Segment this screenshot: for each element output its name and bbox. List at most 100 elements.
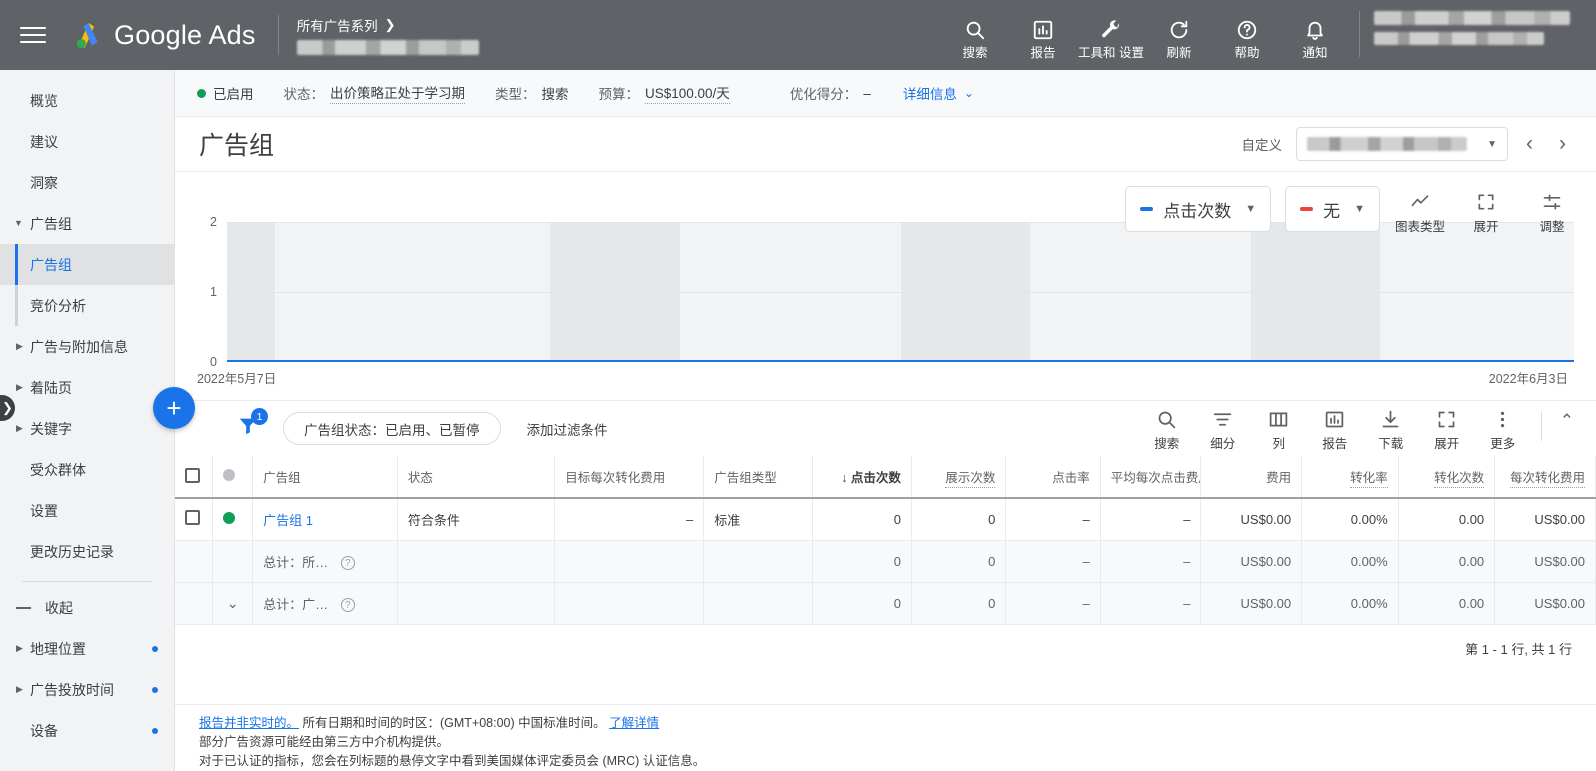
sidebar-collapse-toggle[interactable]: 收起 xyxy=(0,588,174,628)
header-conv-rate[interactable]: 转化率 xyxy=(1302,456,1399,498)
add-icon[interactable]: + xyxy=(153,387,195,429)
campaign-status-bar: 已启用 状态： 出价策略正处于学习期 类型： 搜索 预算： US$100.00/… xyxy=(175,70,1596,117)
filter-chip-label: 广告组状态：已启用、已暂停 xyxy=(304,419,480,439)
help-icon[interactable]: ? xyxy=(341,556,355,570)
footer-realtime-link[interactable]: 报告并非实时的。 xyxy=(199,716,299,730)
toolbar-search-button[interactable]: 搜索 xyxy=(1141,405,1193,452)
footer-learn-more-link[interactable]: 了解详情 xyxy=(609,716,659,730)
header-select-all[interactable] xyxy=(175,456,213,498)
y-tick-0: 0 xyxy=(210,355,217,369)
status-details-link[interactable]: 详细信息 xyxy=(903,83,957,103)
hamburger-menu-icon[interactable] xyxy=(20,22,46,48)
reports-icon xyxy=(1324,409,1345,430)
row-checkbox-cell[interactable] xyxy=(175,498,213,540)
sidebar-divider xyxy=(22,581,152,582)
header-status[interactable]: 状态 xyxy=(397,456,554,498)
chevron-up-icon[interactable]: ⌃ xyxy=(1554,405,1580,431)
total-label: 总计：所… xyxy=(263,555,328,570)
top-nav-notifications[interactable]: 通知 xyxy=(1281,11,1349,60)
sidebar-label-keywords: 关键字 xyxy=(30,419,72,439)
chevron-down-icon[interactable]: ⌄ xyxy=(964,86,974,100)
grand-total-label-cell: 总计：广… ? xyxy=(253,582,398,624)
sidebar-item-recommendations[interactable]: 建议 xyxy=(0,121,174,162)
status-key-status: 状态： xyxy=(284,83,325,103)
header-ctr[interactable]: 点击率 xyxy=(1006,456,1100,498)
grand-total-expand-cell[interactable]: ⌄ xyxy=(213,582,253,624)
sidebar-item-settings[interactable]: 设置 xyxy=(0,490,174,531)
metric-selector-primary[interactable]: 点击次数 ▼ xyxy=(1125,186,1271,232)
toolbar-expand-button[interactable]: 展开 xyxy=(1421,405,1473,452)
sidebar-item-audiences[interactable]: 受众群体 xyxy=(0,449,174,490)
row-checkbox[interactable] xyxy=(185,510,200,525)
sidebar-group-locations[interactable]: ▶ 地理位置 xyxy=(0,628,174,669)
grand-total-checkbox-cell xyxy=(175,582,213,624)
chart-type-button[interactable]: 图表类型 xyxy=(1394,186,1446,235)
row-ad-group-name[interactable]: 广告组 1 xyxy=(253,498,398,540)
chart-adjust-button[interactable]: 调整 xyxy=(1526,186,1578,235)
sidebar-group-ad-groups[interactable]: ▼ 广告组 xyxy=(0,203,174,244)
top-nav-reports[interactable]: 报告 xyxy=(1009,11,1077,60)
metric-selector-secondary[interactable]: 无 ▼ xyxy=(1285,186,1380,232)
sidebar-item-ad-groups[interactable]: 广告组 xyxy=(0,244,174,285)
top-nav-help[interactable]: 帮助 xyxy=(1213,11,1281,60)
header-clicks[interactable]: ↓ 点击次数 xyxy=(813,456,912,498)
header-cost-per-conv[interactable]: 每次转化费用 xyxy=(1495,456,1596,498)
chart-y-axis: 2 1 0 xyxy=(197,222,223,362)
toolbar-segment-button[interactable]: 细分 xyxy=(1197,405,1249,452)
toolbar-segment-label: 细分 xyxy=(1210,433,1235,452)
search-icon xyxy=(1156,409,1177,430)
toolbar-more-label: 更多 xyxy=(1490,433,1515,452)
header-conversions[interactable]: 转化次数 xyxy=(1398,456,1495,498)
sidebar-group-ad-schedule[interactable]: ▶ 广告投放时间 xyxy=(0,669,174,710)
sidebar-item-overview[interactable]: 概览 xyxy=(0,80,174,121)
ad-group-link[interactable]: 广告组 1 xyxy=(263,513,313,528)
chevron-down-icon: ▼ xyxy=(1487,139,1497,150)
sidebar-group-ads-extensions[interactable]: ▶ 广告与附加信息 xyxy=(0,326,174,367)
table-total-row: 总计：所… ? 0 0 – – US$0.00 0.00% 0.00 US$ xyxy=(175,540,1596,582)
page-body: 概览 建议 洞察 ▼ 广告组 广告组 竞价分析 ▶ 广告与附加信息 ▶ 着陆页 … xyxy=(0,70,1596,771)
sidebar-group-keywords[interactable]: ▶ 关键字 xyxy=(0,408,174,449)
chevron-right-icon[interactable]: › xyxy=(1551,132,1574,156)
status-value-optscore: – xyxy=(863,86,871,101)
filter-chip-adgroup-status[interactable]: 广告组状态：已启用、已暂停 xyxy=(283,412,501,445)
header-avg-cpc[interactable]: 平均每次点击费用 xyxy=(1100,456,1201,498)
header-status-dot xyxy=(213,456,253,498)
header-impressions[interactable]: 展示次数 xyxy=(911,456,1005,498)
chart-expand-button[interactable]: 展开 xyxy=(1460,186,1512,235)
top-nav-tools[interactable]: 工具和 设置 xyxy=(1077,11,1145,60)
sidebar-item-devices[interactable]: 设备 xyxy=(0,710,174,751)
chevron-left-icon[interactable]: ‹ xyxy=(1518,132,1541,156)
select-all-checkbox[interactable] xyxy=(185,468,200,483)
toolbar-download-button[interactable]: 下载 xyxy=(1365,405,1417,452)
sidebar: 概览 建议 洞察 ▼ 广告组 广告组 竞价分析 ▶ 广告与附加信息 ▶ 着陆页 … xyxy=(0,70,175,771)
header-ad-group[interactable]: 广告组 xyxy=(253,456,398,498)
sidebar-label-devices: 设备 xyxy=(30,721,58,741)
header-target-cpa[interactable]: 目标每次转化费用 xyxy=(555,456,704,498)
toolbar-columns-button[interactable]: 列 xyxy=(1253,405,1305,452)
add-filter-button[interactable]: 添加过滤条件 xyxy=(527,419,608,439)
chevron-down-icon[interactable]: ⌄ xyxy=(227,595,239,611)
date-range-selector[interactable]: ▼ xyxy=(1296,127,1508,161)
filter-button[interactable]: 1 xyxy=(237,415,259,442)
help-icon[interactable]: ? xyxy=(341,598,355,612)
sidebar-dot-ad-schedule xyxy=(152,687,158,693)
top-nav-refresh[interactable]: 刷新 xyxy=(1145,11,1213,60)
sidebar-item-auction-insights[interactable]: 竞价分析 xyxy=(0,285,174,326)
toolbar-reports-button[interactable]: 报告 xyxy=(1309,405,1361,452)
sidebar-item-change-history[interactable]: 更改历史记录 xyxy=(0,531,174,572)
header-adgroup-type[interactable]: 广告组类型 xyxy=(704,456,813,498)
sidebar-label-change-history: 更改历史记录 xyxy=(30,542,114,562)
header-cost[interactable]: 费用 xyxy=(1201,456,1302,498)
table-row[interactable]: 广告组 1 符合条件 – 标准 0 0 – – US$0.00 0.00% 0.… xyxy=(175,498,1596,540)
sidebar-item-insights[interactable]: 洞察 xyxy=(0,162,174,203)
top-nav-search[interactable]: 搜索 xyxy=(941,11,1009,60)
breadcrumb[interactable]: 所有广告系列 ❯ xyxy=(297,15,479,55)
chart-x-end-label: 2022年6月3日 xyxy=(1489,368,1574,387)
breadcrumb-all-campaigns[interactable]: 所有广告系列 xyxy=(297,15,378,35)
account-info-redacted[interactable] xyxy=(1374,11,1588,45)
grand-total-label: 总计：广… xyxy=(263,597,328,612)
chart-x-start-label: 2022年5月7日 xyxy=(197,368,276,387)
toolbar-more-button[interactable]: 更多 xyxy=(1477,405,1529,452)
sidebar-group-landing-pages[interactable]: ▶ 着陆页 xyxy=(0,367,174,408)
chevron-down-icon: ▼ xyxy=(14,219,23,228)
